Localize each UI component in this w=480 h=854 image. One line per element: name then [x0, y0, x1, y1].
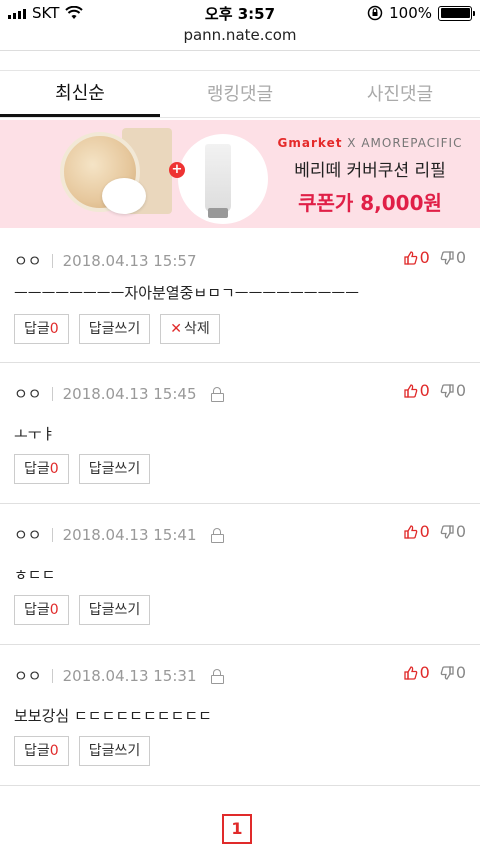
- orientation-lock-icon: [367, 5, 383, 21]
- tab-latest[interactable]: 최신순: [0, 72, 160, 117]
- lock-icon: [210, 386, 224, 402]
- banner-copy: Gmarket X AMOREPACIFIC 베리떼 커버쿠션 리필 쿠폰가 8…: [270, 136, 470, 216]
- tab-ranking[interactable]: 랭킹댓글: [160, 72, 320, 117]
- upvote-button[interactable]: 0: [403, 248, 430, 267]
- delete-button[interactable]: ✕ 삭제: [160, 314, 220, 344]
- comment-author: ㅇㅇ: [14, 252, 42, 270]
- lock-icon: [210, 668, 224, 684]
- comment-text: 보보강심 ㄷㄷㄷㄷㄷㄷㄷㄷㄷㄷ: [14, 707, 212, 725]
- upvote-button[interactable]: 0: [403, 381, 430, 400]
- vote-group: 0 0: [403, 663, 466, 682]
- write-reply-button[interactable]: 답글쓰기: [78, 314, 151, 344]
- thumbs-up-icon: [403, 250, 417, 265]
- comment-text: ㅗㅜㅑ: [14, 425, 56, 443]
- puff-image: [102, 178, 146, 214]
- page-button-current[interactable]: 1: [222, 814, 252, 844]
- comment-text: ㅎㄷㄷ: [14, 566, 56, 584]
- reply-count-button[interactable]: 답글0: [14, 736, 69, 766]
- reply-count-button[interactable]: 답글0: [14, 314, 69, 344]
- comment-item: ㅇㅇ 2018.04.13 15:31 0 0 보보강심 ㄷㄷㄷㄷㄷㄷㄷㄷㄷㄷ …: [0, 645, 480, 786]
- comment-meta: ㅇㅇ 2018.04.13 15:41: [14, 524, 224, 545]
- banner-product: 베리떼 커버쿠션 리필: [294, 161, 446, 181]
- reply-count-button[interactable]: 답글0: [14, 454, 69, 484]
- thumbs-down-icon: [440, 383, 454, 398]
- upvote-button[interactable]: 0: [403, 522, 430, 541]
- comment-author: ㅇㅇ: [14, 526, 42, 544]
- write-reply-button[interactable]: 답글쓰기: [78, 736, 151, 766]
- sort-tabs: 최신순 랭킹댓글 사진댓글: [0, 72, 480, 118]
- ad-banner[interactable]: + Gmarket X AMOREPACIFIC 베리떼 커버쿠션 리필 쿠폰가…: [0, 120, 480, 228]
- comment-meta: ㅇㅇ 2018.04.13 15:45: [14, 383, 224, 404]
- comment-date: 2018.04.13 15:31: [62, 666, 197, 685]
- close-icon: ✕: [170, 321, 182, 337]
- downvote-button[interactable]: 0: [440, 248, 466, 267]
- tab-photo[interactable]: 사진댓글: [320, 72, 480, 117]
- comment-item: ㅇㅇ 2018.04.13 15:45 0 0 ㅗㅜㅑ 답글0 답글쓰기: [0, 363, 480, 504]
- comment-meta: ㅇㅇ 2018.04.13 15:57: [14, 250, 197, 271]
- comment-author: ㅇㅇ: [14, 385, 42, 403]
- comment-item: ㅇㅇ 2018.04.13 15:41 0 0 ㅎㄷㄷ 답글0 답글쓰기: [0, 504, 480, 645]
- comment-date: 2018.04.13 15:45: [62, 384, 197, 403]
- thumbs-down-icon: [440, 665, 454, 680]
- thumbs-up-icon: [403, 383, 417, 398]
- banner-brand: Gmarket X AMOREPACIFIC: [277, 136, 463, 150]
- thumbs-up-icon: [403, 524, 417, 539]
- thumbs-up-icon: [403, 665, 417, 680]
- plus-icon: +: [169, 162, 185, 178]
- lock-icon: [210, 527, 224, 543]
- comment-date: 2018.04.13 15:57: [62, 251, 197, 270]
- thumbs-down-icon: [440, 250, 454, 265]
- banner-price: 쿠폰가 8,000원: [298, 191, 442, 215]
- battery-icon: [438, 5, 475, 21]
- vote-group: 0 0: [403, 381, 466, 400]
- downvote-button[interactable]: 0: [440, 663, 466, 682]
- battery-percent: 100%: [389, 4, 432, 22]
- comment-author: ㅇㅇ: [14, 667, 42, 685]
- url-bar[interactable]: pann.nate.com: [0, 26, 480, 44]
- status-bar: SKT 오후 3:57 100%: [0, 0, 480, 26]
- vote-group: 0 0: [403, 248, 466, 267]
- comment-item: ㅇㅇ 2018.04.13 15:57 0 0 ㅡㅡㅡㅡㅡㅡㅡㅡ자아분열중ㅂㅁㄱ…: [0, 230, 480, 363]
- divider: [0, 50, 480, 51]
- downvote-button[interactable]: 0: [440, 522, 466, 541]
- write-reply-button[interactable]: 답글쓰기: [78, 595, 151, 625]
- reply-count-button[interactable]: 답글0: [14, 595, 69, 625]
- thumbs-down-icon: [440, 524, 454, 539]
- comment-meta: ㅇㅇ 2018.04.13 15:31: [14, 665, 224, 686]
- upvote-button[interactable]: 0: [403, 663, 430, 682]
- divider: [0, 70, 480, 71]
- comment-text: ㅡㅡㅡㅡㅡㅡㅡㅡ자아분열중ㅂㅁㄱㅡㅡㅡㅡㅡㅡㅡㅡㅡ: [14, 284, 360, 302]
- write-reply-button[interactable]: 답글쓰기: [78, 454, 151, 484]
- tube-product-image: [205, 144, 231, 218]
- downvote-button[interactable]: 0: [440, 381, 466, 400]
- vote-group: 0 0: [403, 522, 466, 541]
- comment-date: 2018.04.13 15:41: [62, 525, 197, 544]
